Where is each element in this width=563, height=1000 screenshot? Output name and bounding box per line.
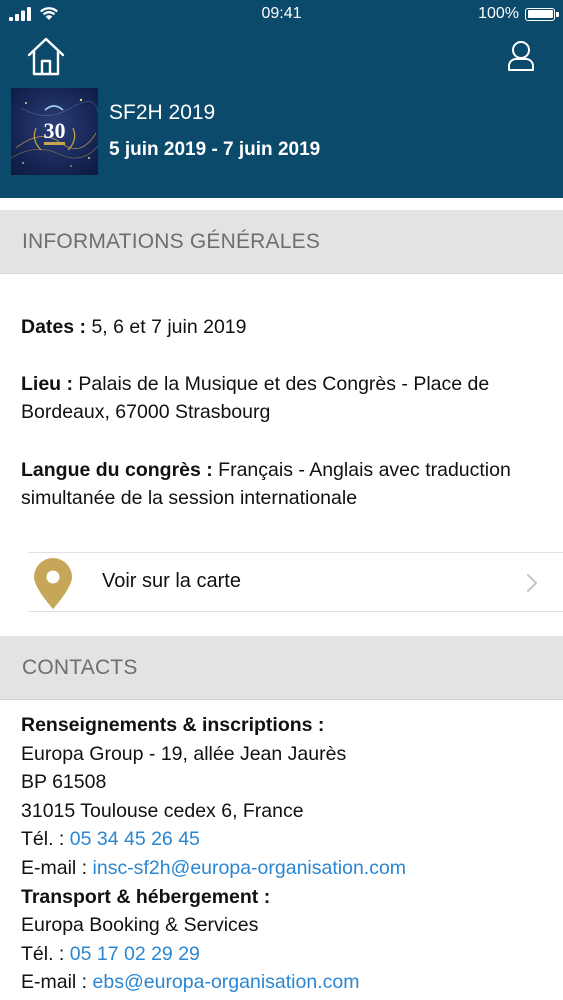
- dates-label: Dates :: [21, 316, 87, 338]
- info-langue: Langue du congrès : Français - Anglais a…: [21, 456, 546, 512]
- reg-email-row: E-mail : insc-sf2h@europa-organisation.c…: [21, 854, 551, 883]
- battery-icon: [525, 7, 559, 21]
- transport-name: Europa Booking & Services: [21, 914, 259, 937]
- transport-phone-link[interactable]: 05 17 02 29 29: [70, 943, 200, 965]
- reg-phone-row: Tél. : 05 34 45 26 45: [21, 825, 551, 854]
- reg-address-1: Europa Group - 19, allée Jean Jaurès: [21, 742, 347, 765]
- contacts-block: Renseignements & inscriptions : Europa G…: [21, 711, 551, 997]
- transport-email-label: E-mail :: [21, 971, 93, 994]
- reg-phone-link[interactable]: 05 34 45 26 45: [70, 828, 200, 850]
- lieu-label: Lieu :: [21, 373, 73, 395]
- contact-transport-title: Transport & hébergement :: [21, 883, 551, 912]
- transport-email-row: E-mail : ebs@europa-organisation.com: [21, 968, 551, 997]
- section-title-contacts: CONTACTS: [22, 656, 138, 679]
- lieu-value: Palais de la Musique et des Congrès - Pl…: [21, 373, 490, 423]
- section-header-general: INFORMATIONS GÉNÉRALES: [0, 210, 563, 274]
- langue-label: Langue du congrès :: [21, 459, 213, 481]
- event-dates: 5 juin 2019 - 7 juin 2019: [109, 139, 321, 160]
- battery-fill: [527, 10, 553, 18]
- reg-title: Renseignements & inscriptions :: [21, 714, 325, 736]
- view-map-row[interactable]: Voir sur la carte: [28, 552, 563, 612]
- reg-phone-label: Tél. :: [21, 828, 70, 851]
- view-map-label: Voir sur la carte: [102, 570, 241, 592]
- transport-phone-label: Tél. :: [21, 942, 70, 965]
- reg-address-3: 31015 Toulouse cedex 6, France: [21, 799, 304, 822]
- status-right: 100%: [478, 5, 559, 23]
- map-pin-icon: [34, 558, 72, 609]
- thumbnail-number: 30: [44, 118, 66, 143]
- home-icon[interactable]: [26, 36, 66, 76]
- contact-reg-title: Renseignements & inscriptions :: [21, 711, 551, 740]
- dates-value: 5, 6 et 7 juin 2019: [86, 316, 247, 338]
- status-bar: 09:41 100%: [0, 0, 563, 30]
- reg-email-label: E-mail :: [21, 856, 93, 879]
- transport-phone-row: Tél. : 05 17 02 29 29: [21, 940, 551, 969]
- app-header: 09:41 100% 30 SF2H 2019 5 juin 2019 - 7 …: [0, 0, 563, 198]
- info-lieu: Lieu : Palais de la Musique et des Congr…: [21, 370, 546, 426]
- event-thumbnail: 30: [11, 88, 98, 175]
- reg-address-2: BP 61508: [21, 771, 107, 794]
- chevron-right-icon: [527, 574, 537, 592]
- transport-title: Transport & hébergement :: [21, 885, 271, 908]
- battery-tip: [556, 11, 559, 17]
- reg-email-link[interactable]: insc-sf2h@europa-organisation.com: [93, 857, 407, 879]
- info-dates: Dates : 5, 6 et 7 juin 2019: [21, 313, 546, 341]
- transport-email-link[interactable]: ebs@europa-organisation.com: [93, 971, 360, 993]
- battery-percent: 100%: [478, 5, 519, 22]
- event-title: SF2H 2019: [109, 101, 216, 124]
- user-icon[interactable]: [507, 40, 535, 72]
- event-logo-icon: 30: [11, 98, 98, 167]
- section-title-general: INFORMATIONS GÉNÉRALES: [22, 230, 321, 253]
- section-header-contacts: CONTACTS: [0, 636, 563, 700]
